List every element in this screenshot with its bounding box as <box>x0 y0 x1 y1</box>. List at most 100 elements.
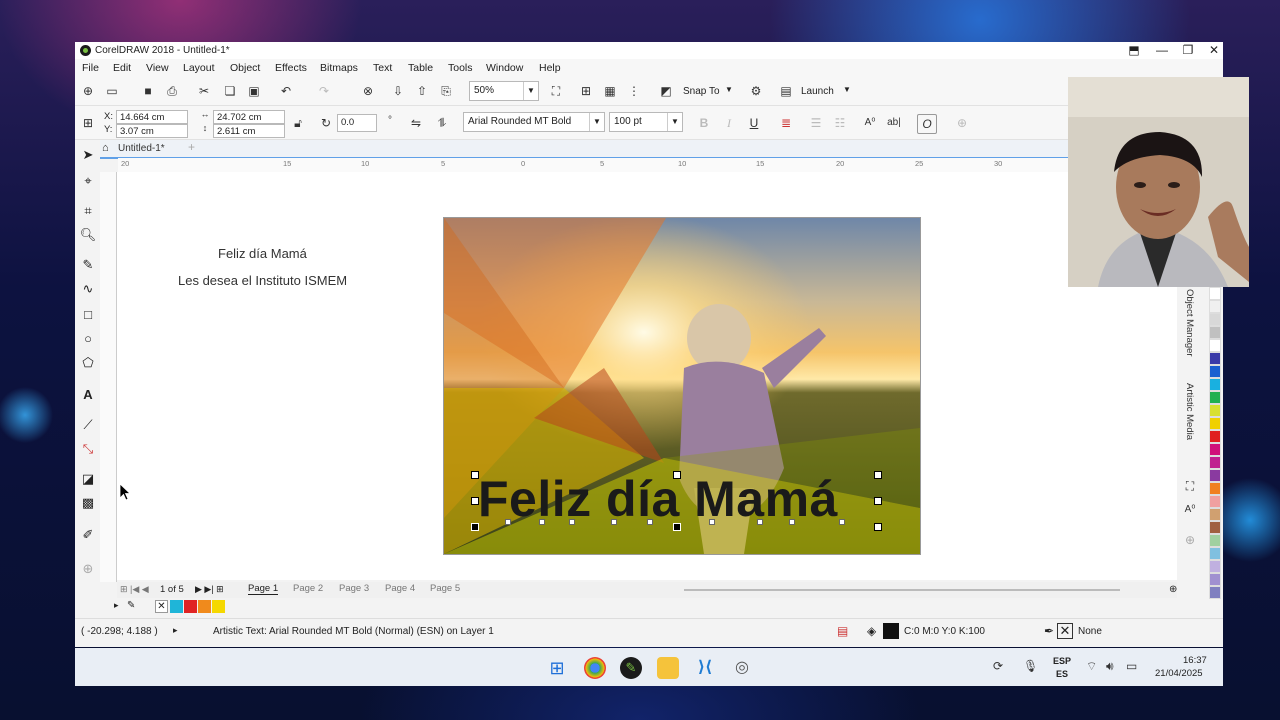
y-position-field[interactable]: 3.07 cm <box>116 124 188 138</box>
vertical-ruler[interactable] <box>100 172 117 582</box>
export-icon[interactable]: ⇧ <box>413 82 431 100</box>
publish-pdf-icon[interactable]: ⎘ <box>437 82 455 100</box>
close-button[interactable]: ✕ <box>1201 42 1227 59</box>
color-swatch[interactable] <box>1209 300 1221 313</box>
x-position-field[interactable]: 14.664 cm <box>116 110 188 124</box>
redo-icon[interactable]: ↷ <box>315 82 333 100</box>
color-swatch[interactable] <box>1209 469 1221 482</box>
text-node[interactable] <box>789 519 795 525</box>
volume-icon[interactable]: 🔊︎ <box>1106 659 1114 674</box>
text-node[interactable] <box>647 519 653 525</box>
polygon-tool-icon[interactable]: ⬠ <box>79 354 97 372</box>
color-swatch[interactable] <box>1209 456 1221 469</box>
italic-icon[interactable]: I <box>720 114 738 132</box>
transparency-tool-icon[interactable]: ▩ <box>79 494 97 512</box>
options-gear-icon[interactable]: ⚙ <box>747 82 765 100</box>
menu-bitmaps[interactable]: Bitmaps <box>320 62 358 74</box>
tab-page-2[interactable]: Page 2 <box>293 583 323 594</box>
mirror-horizontal-icon[interactable]: ⇋ <box>407 114 425 132</box>
zoom-level-combo[interactable]: 50% ▼ <box>469 81 539 101</box>
home-icon[interactable]: ⌂ <box>102 142 109 154</box>
menu-layout[interactable]: Layout <box>183 62 215 74</box>
color-swatch[interactable] <box>1209 417 1221 430</box>
ellipse-tool-icon[interactable]: ○ <box>79 330 97 348</box>
color-swatch[interactable] <box>1209 287 1221 300</box>
minimize-button[interactable]: — <box>1149 42 1175 59</box>
color-swatch[interactable] <box>1209 573 1221 586</box>
edit-text-icon[interactable]: ab| <box>885 114 903 132</box>
menu-file[interactable]: File <box>82 62 99 74</box>
search-content-icon[interactable]: ⊗ <box>359 82 377 100</box>
docker-transform-icon[interactable]: ⛶ <box>1181 477 1199 495</box>
bullet-list-icon[interactable]: ☰ <box>807 114 825 132</box>
chevron-down-icon[interactable]: ▼ <box>843 85 851 94</box>
parallel-dimension-tool-icon[interactable]: ⟋ <box>79 416 97 434</box>
selection-handle[interactable] <box>471 497 479 505</box>
menu-window[interactable]: Window <box>486 62 523 74</box>
height-field[interactable]: 2.611 cm <box>213 124 285 138</box>
new-document-icon[interactable]: ⊕ <box>79 82 97 100</box>
object-manager-tab[interactable]: Object Manager <box>1184 289 1195 357</box>
text-node[interactable] <box>709 519 715 525</box>
zoom-tool-icon[interactable]: 🔍︎ <box>79 226 97 244</box>
zoom-navigator-icon[interactable]: ⊕ <box>1169 584 1177 595</box>
color-swatch[interactable] <box>1209 326 1221 339</box>
shape-tool-icon[interactable]: ⌖ <box>79 172 97 190</box>
color-swatch[interactable] <box>1209 534 1221 547</box>
palette-swatch[interactable] <box>212 600 225 613</box>
no-color-swatch[interactable]: ✕ <box>155 600 168 613</box>
palette-arrow-icon[interactable]: ▸ <box>114 600 119 611</box>
cut-icon[interactable]: ✂ <box>195 82 213 100</box>
text-node[interactable] <box>569 519 575 525</box>
text-properties-icon[interactable]: A⁰ <box>861 114 879 132</box>
width-field[interactable]: 24.702 cm <box>213 110 285 124</box>
menu-edit[interactable]: Edit <box>113 62 131 74</box>
pick-tool-icon[interactable]: ➤ <box>79 146 97 164</box>
open-icon[interactable]: ▭ <box>103 82 121 100</box>
launch-icon[interactable]: ▤ <box>777 82 795 100</box>
launch-label[interactable]: Launch <box>801 86 834 97</box>
docker-text-icon[interactable]: A⁰ <box>1181 501 1199 519</box>
start-button-icon[interactable]: ⊞ <box>546 657 568 679</box>
app-icon[interactable]: ◎ <box>731 657 753 679</box>
color-swatch[interactable] <box>1209 547 1221 560</box>
wifi-icon[interactable]: ⌔ <box>1086 659 1097 674</box>
language-bottom[interactable]: ES <box>1056 669 1068 679</box>
clock-time[interactable]: 16:37 <box>1183 655 1207 666</box>
tab-page-1[interactable]: Page 1 <box>248 583 279 595</box>
artistic-text-feliz-dia-mama[interactable]: Feliz día Mamá <box>478 470 838 528</box>
connector-tool-icon[interactable]: ⤡ <box>79 440 97 458</box>
menu-help[interactable]: Help <box>539 62 561 74</box>
color-swatch[interactable] <box>1209 482 1221 495</box>
fill-icon[interactable]: ◈ <box>867 624 876 638</box>
color-swatch[interactable] <box>1209 495 1221 508</box>
outline-pen-icon[interactable]: ✒ <box>1044 624 1054 638</box>
color-swatch[interactable] <box>1209 391 1221 404</box>
object-origin-icon[interactable]: ⊞ <box>79 114 97 132</box>
color-swatch[interactable] <box>1209 365 1221 378</box>
microphone-icon[interactable]: 🎙︎ <box>1023 659 1038 673</box>
text-node[interactable] <box>757 519 763 525</box>
color-swatch[interactable] <box>1209 378 1221 391</box>
underline-icon[interactable]: U <box>745 114 763 132</box>
fill-color-swatch[interactable] <box>883 623 899 639</box>
menu-table[interactable]: Table <box>408 62 433 74</box>
text-tool-icon[interactable]: A <box>79 386 97 404</box>
tab-page-3[interactable]: Page 3 <box>339 583 369 594</box>
horizontal-ruler[interactable]: 20 15 10 5 0 5 10 15 20 25 30 <box>118 158 1068 173</box>
text-alignment-icon[interactable]: ≣ <box>777 114 795 132</box>
selection-handle[interactable] <box>673 471 681 479</box>
menu-view[interactable]: View <box>146 62 169 74</box>
file-explorer-icon[interactable] <box>657 657 679 679</box>
sync-icon[interactable]: ⟳ <box>993 659 1003 673</box>
show-grid-icon[interactable]: ▦ <box>601 82 619 100</box>
selection-handle[interactable] <box>673 523 681 531</box>
snap-to-icon[interactable]: ◩ <box>657 82 675 100</box>
selection-handle[interactable] <box>874 497 882 505</box>
menu-text[interactable]: Text <box>373 62 392 74</box>
bold-icon[interactable]: B <box>695 114 713 132</box>
save-icon[interactable]: ■ <box>139 82 157 100</box>
print-icon[interactable]: ⎙ <box>163 82 181 100</box>
canvas-text-line2[interactable]: Les desea el Instituto ISMEM <box>178 273 347 288</box>
mirror-vertical-icon[interactable]: ⥮ <box>433 114 451 132</box>
